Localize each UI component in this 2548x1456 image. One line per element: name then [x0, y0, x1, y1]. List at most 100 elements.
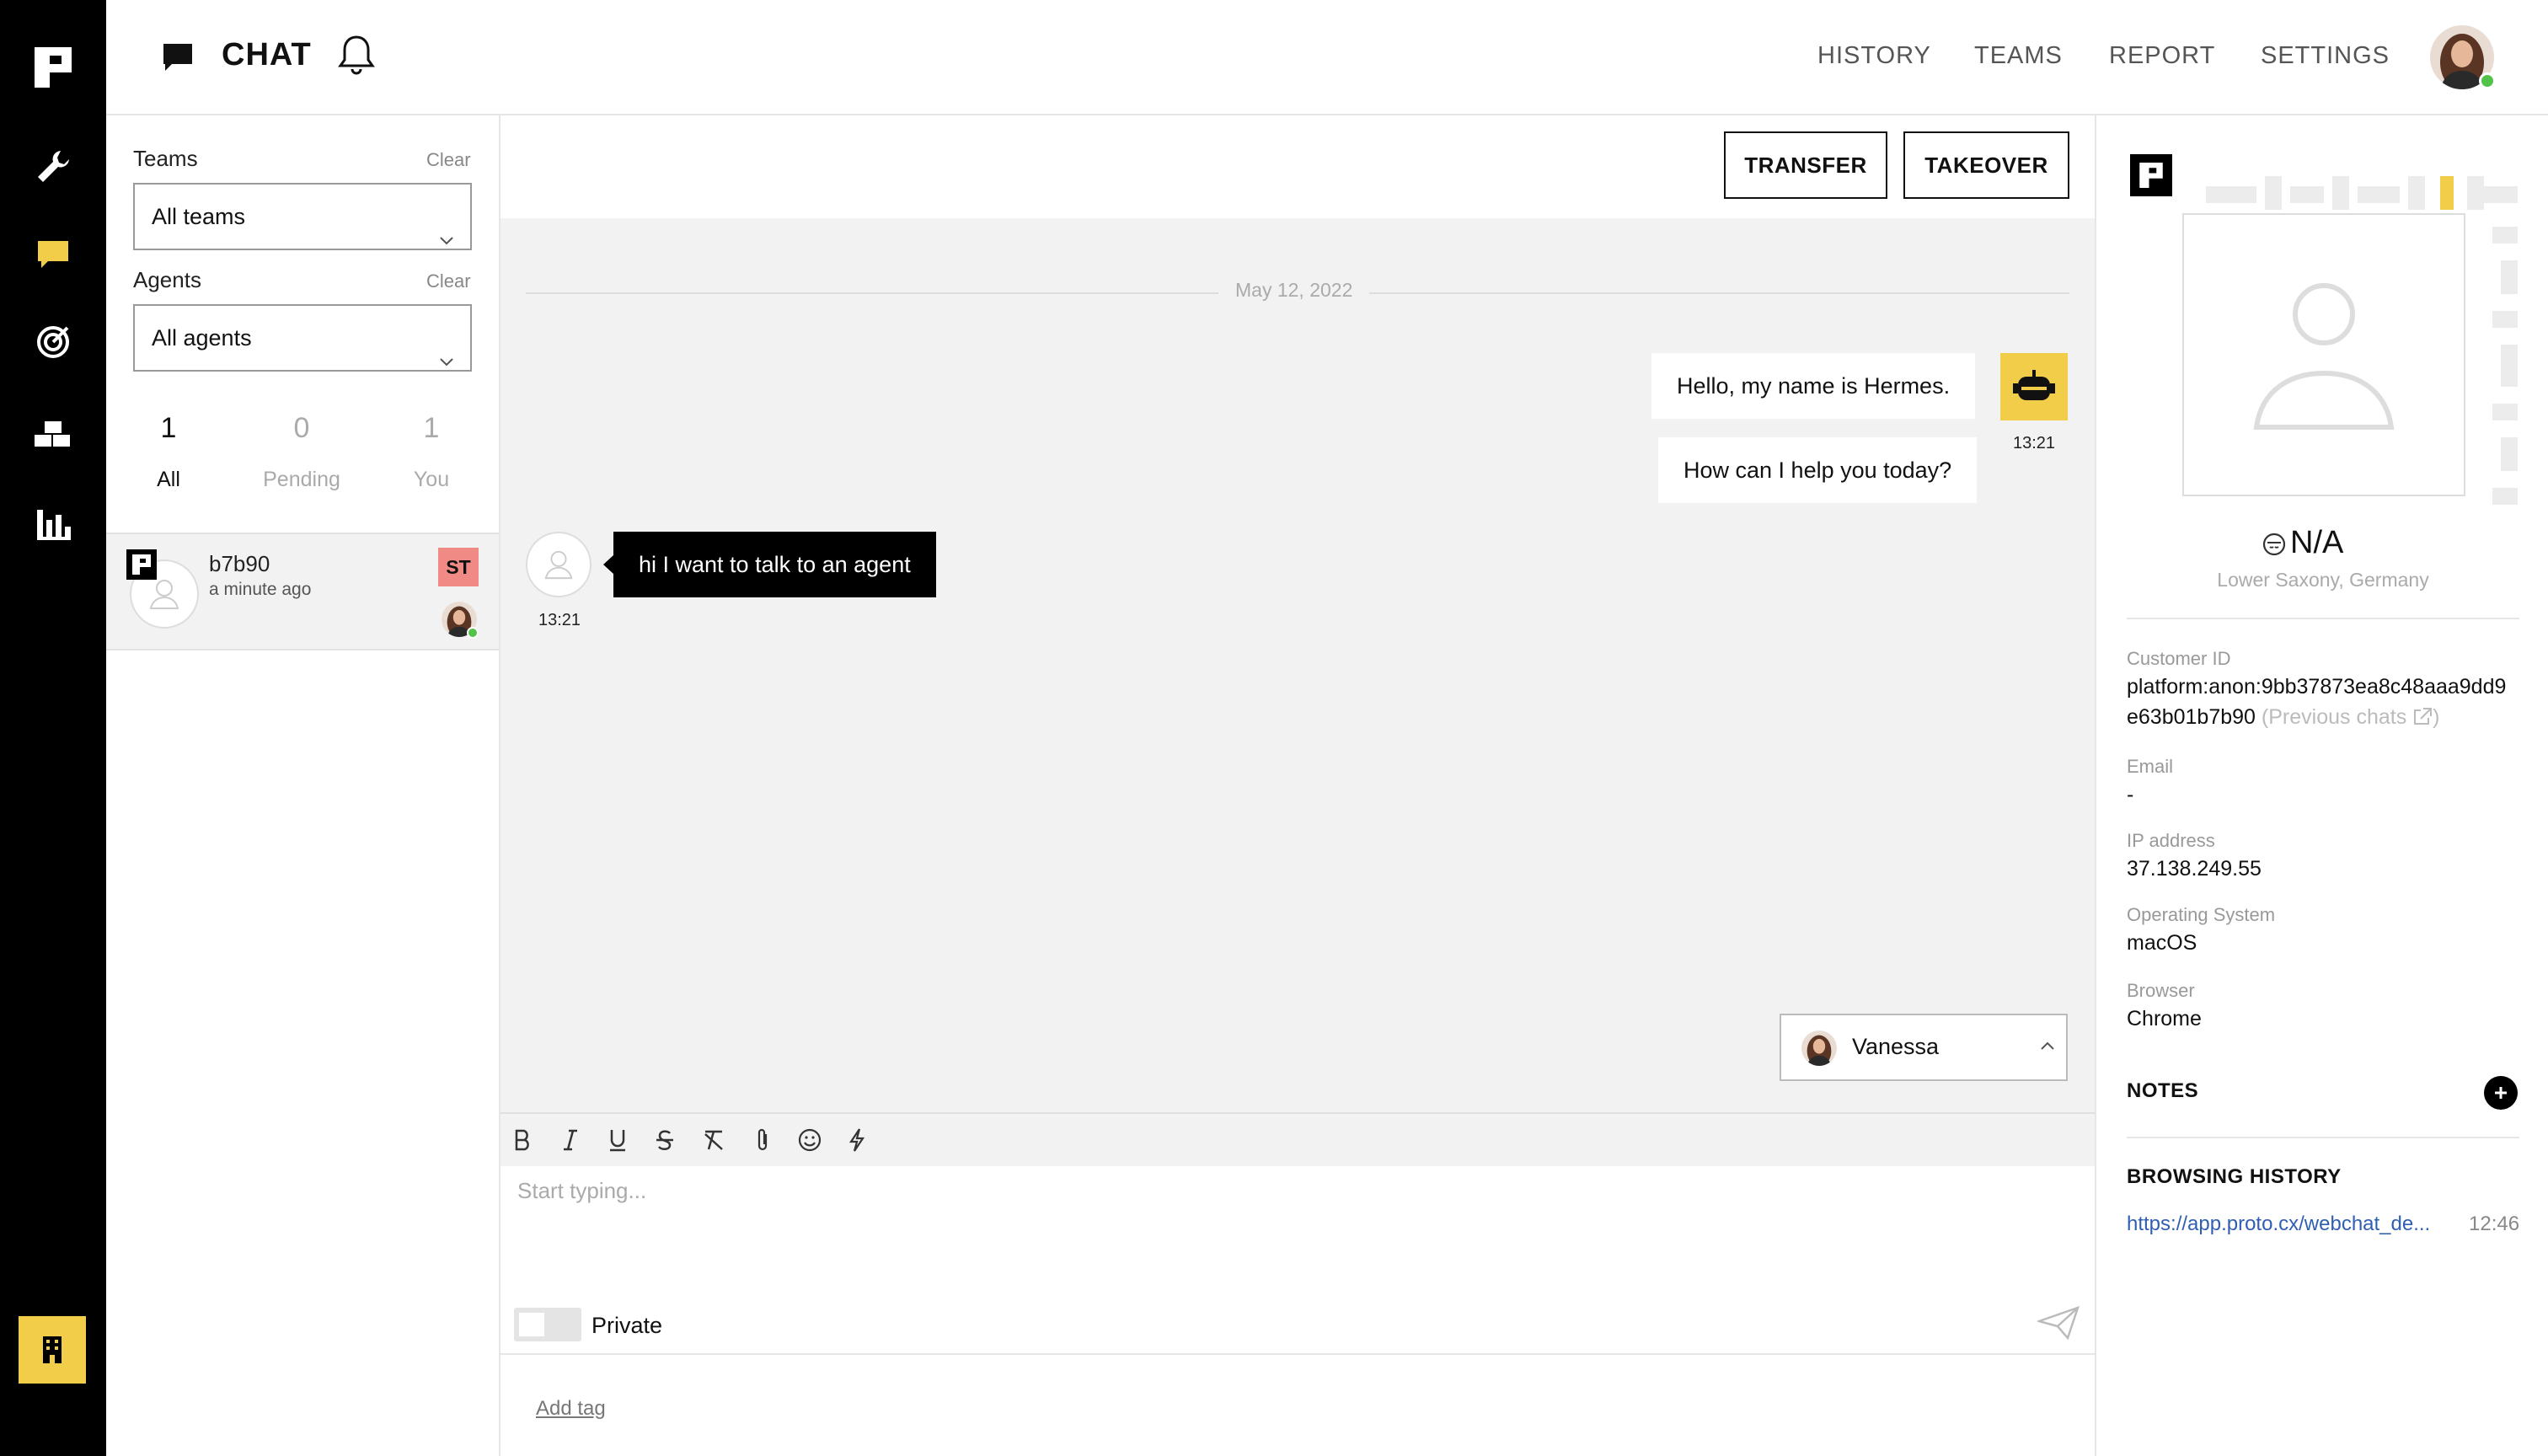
chat-icon — [162, 42, 194, 77]
customer-id-label: Customer ID — [2127, 648, 2231, 669]
email-value: - — [2127, 783, 2134, 806]
building-icon[interactable] — [19, 1316, 86, 1384]
ip-value: 37.138.249.55 — [2127, 857, 2262, 881]
editor-divider — [500, 1353, 2095, 1355]
email-label: Email — [2127, 756, 2174, 777]
anonymous-icon — [2262, 532, 2287, 557]
target-icon[interactable] — [28, 317, 78, 367]
customer-details-pane: N/A Lower Saxony, Germany Customer ID pl… — [2095, 115, 2548, 1456]
agent-avatar — [1801, 1030, 1837, 1066]
count-all-label: All — [157, 468, 180, 491]
underline-icon[interactable] — [605, 1127, 630, 1153]
browsing-history-time: 12:46 — [2469, 1212, 2520, 1235]
customer-id-value-cont: e63b01b7b90 (Previous chats ) — [2127, 705, 2439, 730]
count-you-label: You — [413, 468, 450, 491]
filters-pane: Teams Clear All teams Agents Clear All a… — [106, 115, 500, 1456]
transfer-button[interactable]: TRANSFER — [1724, 131, 1887, 199]
send-icon[interactable] — [2035, 1305, 2080, 1344]
takeover-button[interactable]: TAKEOVER — [1903, 131, 2069, 199]
plus-icon — [2495, 1087, 2507, 1099]
clear-format-icon[interactable] — [701, 1127, 726, 1153]
strikethrough-icon[interactable] — [652, 1127, 677, 1153]
chat-item-time: a minute ago — [209, 580, 312, 599]
customer-timestamp: 13:21 — [538, 611, 581, 629]
count-all-number: 1 — [160, 412, 177, 444]
bold-icon[interactable] — [511, 1127, 536, 1153]
agents-select[interactable]: All agents — [133, 304, 472, 372]
os-value: macOS — [2127, 931, 2197, 955]
teams-label: Teams — [133, 146, 198, 171]
browser-value: Chrome — [2127, 1007, 2202, 1030]
chat-list-item[interactable]: b7b90 a minute ago ST — [106, 533, 499, 650]
private-label: Private — [592, 1313, 663, 1338]
notes-title: NOTES — [2127, 1079, 2199, 1102]
lightning-icon[interactable] — [844, 1127, 870, 1153]
proto-logo-icon[interactable] — [28, 42, 78, 93]
agents-clear-link[interactable]: Clear — [426, 270, 471, 292]
bot-avatar — [2000, 353, 2068, 420]
conversation-pane: TRANSFER TAKEOVER May 12, 2022 Hello, my… — [500, 115, 2095, 1456]
private-toggle[interactable] — [514, 1308, 581, 1341]
add-tag-link[interactable]: Add tag — [536, 1397, 606, 1421]
bell-icon[interactable] — [337, 34, 376, 82]
team-badge: ST — [438, 548, 479, 586]
wrench-icon[interactable] — [28, 142, 78, 192]
user-icon — [2253, 283, 2395, 430]
customer-avatar — [526, 532, 592, 597]
emoji-icon[interactable] — [797, 1127, 822, 1153]
left-rail — [0, 0, 106, 1456]
agent-select[interactable]: Vanessa — [1780, 1014, 2068, 1081]
bot-message: Hello, my name is Hermes. — [1651, 353, 1976, 419]
message-input[interactable]: Start typing... — [517, 1178, 646, 1204]
count-pending-number: 0 — [293, 412, 310, 444]
os-label: Operating System — [2127, 904, 2276, 925]
teams-clear-link[interactable]: Clear — [426, 149, 471, 171]
count-you-number: 1 — [423, 412, 440, 444]
channel-logo-icon — [2130, 154, 2172, 196]
chevron-up-icon — [2039, 1041, 2056, 1057]
nav-settings[interactable]: SETTINGS — [2261, 42, 2390, 70]
ip-label: IP address — [2127, 830, 2215, 851]
chat-bubble-icon[interactable] — [28, 229, 78, 280]
customer-name: N/A — [2290, 525, 2344, 560]
conversation-header: TRANSFER TAKEOVER — [500, 115, 2095, 218]
agent-online-dot — [467, 627, 479, 639]
chevron-down-icon — [438, 206, 455, 270]
agents-select-value: All agents — [152, 325, 252, 351]
bar-chart-icon[interactable] — [28, 499, 78, 549]
customer-location: Lower Saxony, Germany — [2217, 569, 2429, 591]
add-note-button[interactable] — [2484, 1076, 2518, 1110]
customer-message: hi I want to talk to an agent — [613, 532, 936, 597]
previous-chats-link[interactable]: (Previous chats ) — [2262, 705, 2440, 729]
customer-photo-placeholder — [2182, 213, 2465, 496]
italic-icon[interactable] — [558, 1127, 583, 1153]
toggle-knob — [519, 1313, 544, 1336]
previous-chats-label: (Previous chats — [2261, 705, 2407, 729]
agent-select-value: Vanessa — [1852, 1034, 1940, 1059]
customer-id-value: platform:anon:9bb37873ea8c48aaa9dd9 — [2127, 675, 2507, 699]
count-pending-label: Pending — [263, 468, 340, 491]
bot-message: How can I help you today? — [1658, 437, 1978, 503]
browsing-history-title: BROWSING HISTORY — [2127, 1165, 2342, 1188]
nav-history[interactable]: HISTORY — [1817, 42, 1931, 70]
customer-id-value-end: e63b01b7b90 — [2127, 705, 2256, 729]
top-bar: CHAT HISTORY TEAMS REPORT SETTINGS — [106, 0, 2548, 115]
bot-icon — [2013, 370, 2055, 400]
message-editor: Start typing... Private Add tag — [500, 1112, 2095, 1456]
chevron-down-icon — [438, 328, 455, 392]
teams-select[interactable]: All teams — [133, 183, 472, 250]
chat-item-name: b7b90 — [209, 551, 270, 576]
nav-report[interactable]: REPORT — [2109, 42, 2215, 70]
attachment-icon[interactable] — [750, 1127, 775, 1153]
channel-logo-icon — [126, 549, 157, 580]
online-status-dot — [2479, 72, 2496, 89]
agents-label: Agents — [133, 267, 201, 292]
browsing-history-link[interactable]: https://app.proto.cx/webchat_de... — [2127, 1212, 2430, 1236]
divider — [2127, 1137, 2519, 1138]
divider — [2127, 618, 2519, 619]
browser-label: Browser — [2127, 980, 2195, 1001]
page-title: CHAT — [222, 37, 312, 72]
nav-teams[interactable]: TEAMS — [1974, 42, 2063, 70]
bot-timestamp: 13:21 — [2012, 434, 2056, 452]
blocks-icon[interactable] — [28, 410, 78, 460]
